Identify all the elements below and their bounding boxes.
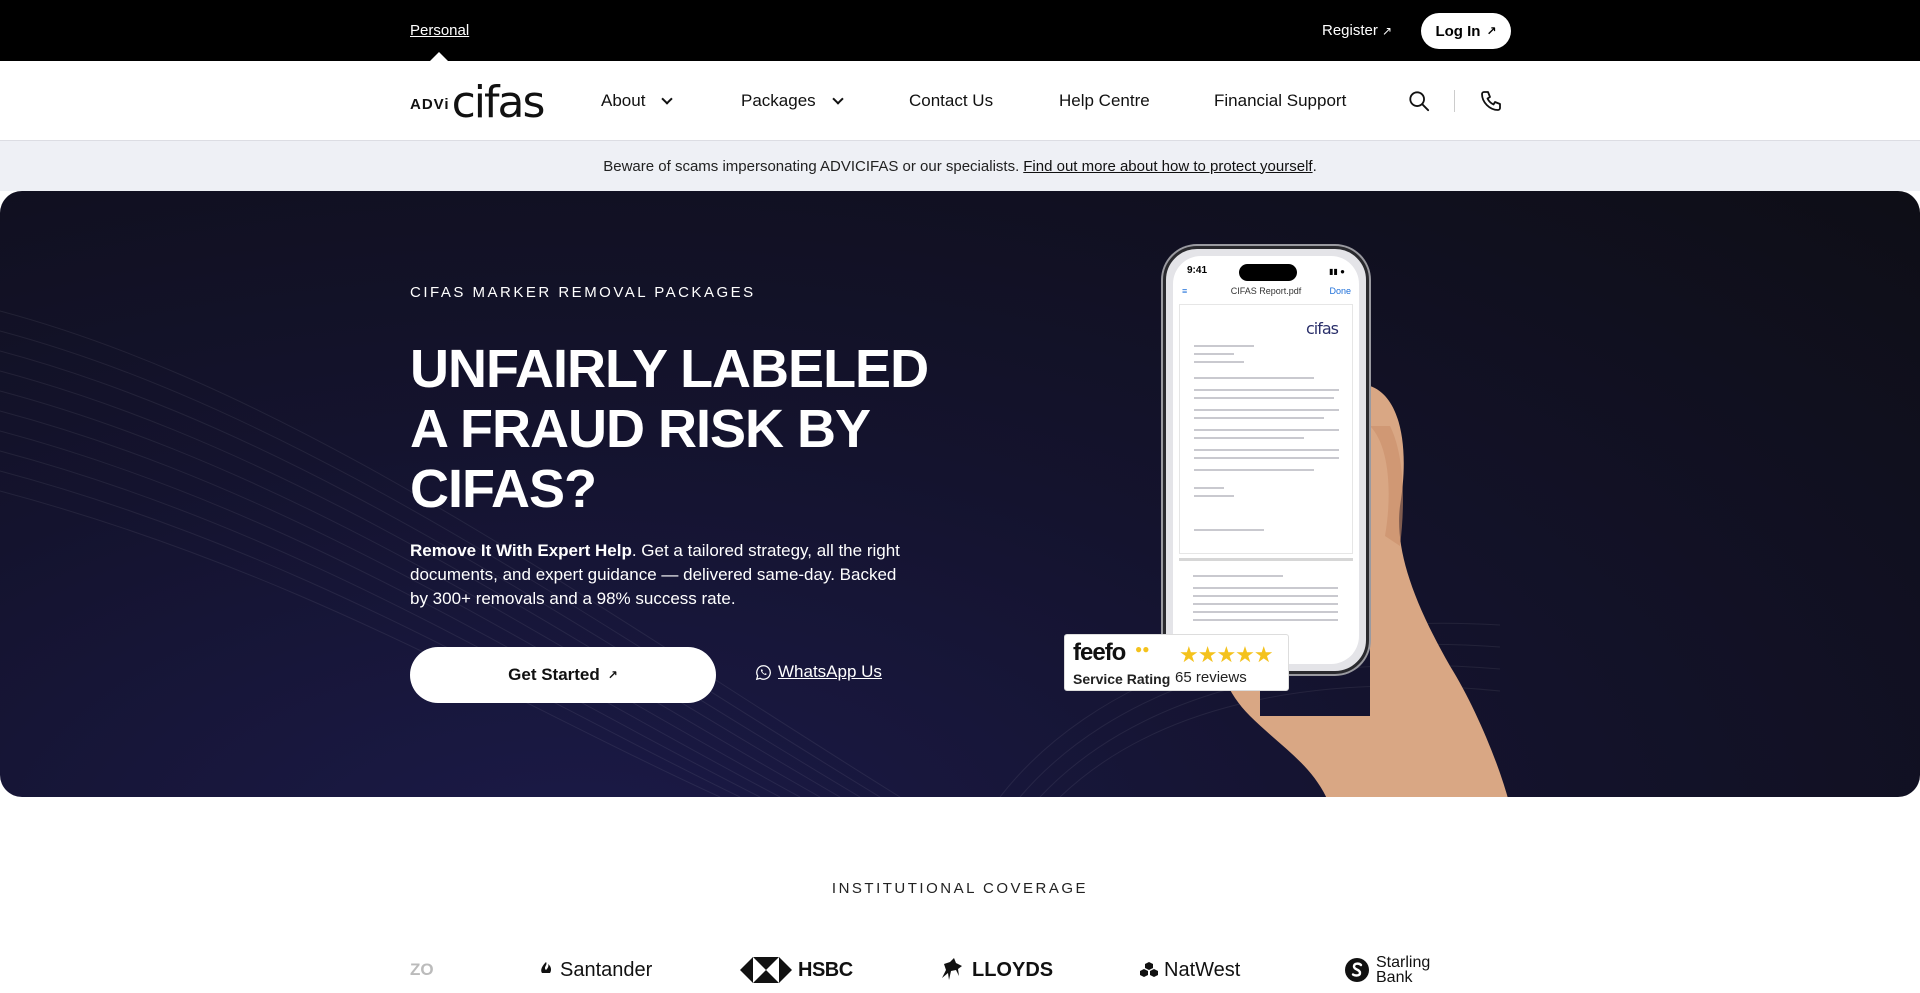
login-label: Log In [1435, 22, 1481, 40]
whatsapp-label: WhatsApp Us [778, 662, 882, 681]
nav-help-centre[interactable]: Help Centre [1059, 91, 1150, 111]
pdf-line [1194, 353, 1234, 355]
bank-name: ZO [410, 960, 434, 979]
bank-name: Starling Bank [1376, 954, 1431, 986]
scam-warning-banner: Beware of scams impersonating ADVICIFAS … [0, 141, 1920, 191]
hero-description-bold: Remove It With Expert Help [410, 541, 632, 560]
banner-suffix: . [1312, 157, 1317, 175]
nav-separator [1454, 90, 1455, 112]
phone-screen: 9:41 ▮▮ ● ≡ CIFAS Report.pdf Done cifas [1173, 256, 1359, 664]
feefo-review-count: 65 reviews [1175, 669, 1247, 686]
nav-packages-label: Packages [741, 91, 816, 110]
rating-stars-icon: ★★★★★ [1179, 642, 1274, 667]
register-label: Register [1322, 22, 1378, 39]
pdf-line [1193, 603, 1338, 605]
pdf-line [1194, 417, 1324, 419]
hero-eyebrow: CIFAS MARKER REMOVAL PACKAGES [410, 284, 756, 301]
bank-name: LLOYDS [972, 958, 1054, 981]
login-button[interactable]: Log In ↗ [1421, 13, 1511, 49]
lloyds-horse-icon [942, 958, 962, 980]
get-started-label: Get Started [508, 665, 600, 684]
nav-about[interactable]: About [601, 91, 674, 111]
nav-packages[interactable]: Packages [741, 91, 844, 111]
pdf-line [1194, 429, 1339, 431]
logo[interactable]: ADVi cifas [410, 77, 546, 128]
hero-headline: UNFAIRLY LABELED A FRAUD RISK BY CIFAS? [410, 339, 929, 519]
phone-icon[interactable] [1479, 89, 1503, 113]
whatsapp-icon [755, 664, 771, 680]
nav-financial-support[interactable]: Financial Support [1214, 91, 1346, 111]
hsbc-hexagon-icon [740, 957, 792, 983]
pdf-line [1194, 487, 1224, 489]
bank-logo-santander: Santander [538, 955, 652, 985]
pdf-line [1194, 397, 1334, 399]
natwest-cubes-icon [1140, 962, 1158, 977]
pdf-line [1194, 437, 1304, 439]
arrow-up-right-icon: ↗ [1486, 24, 1497, 38]
bank-name: Santander [560, 958, 653, 981]
pdf-line [1194, 389, 1339, 391]
pdf-line [1193, 575, 1283, 577]
bank-logo-starling: Starling Bank [1344, 954, 1436, 986]
feefo-service-rating: Service Rating [1073, 671, 1171, 687]
pdf-done: Done [1329, 286, 1351, 296]
feefo-eyes-icon: ●● [1135, 642, 1150, 656]
register-link[interactable]: Register ↗ [1322, 22, 1392, 39]
top-bar: Personal Register ↗ Log In ↗ [0, 0, 1920, 61]
main-nav: ADVi cifas About Packages Contact Us Hel… [0, 61, 1920, 141]
pdf-line [1193, 619, 1338, 621]
arrow-up-right-icon: ↗ [1382, 24, 1393, 38]
nav-contact-us[interactable]: Contact Us [909, 91, 993, 111]
bank-logo-hsbc: HSBC [740, 955, 853, 985]
feefo-rating-badge[interactable]: feefo ●● Service Rating ★★★★★ 65 reviews [1064, 634, 1289, 691]
logo-wordmark: cifas [451, 77, 546, 128]
pdf-line [1193, 611, 1338, 613]
bank-logo-natwest: NatWest [1140, 955, 1240, 985]
scam-warning-text: Beware of scams impersonating ADVICIFAS … [603, 157, 1020, 175]
personal-link[interactable]: Personal [410, 22, 469, 39]
phone-time: 9:41 [1187, 265, 1208, 276]
pdf-line [1194, 345, 1254, 347]
get-started-button[interactable]: Get Started ↗ [410, 647, 716, 703]
chevron-down-icon [832, 92, 844, 105]
search-icon[interactable] [1408, 90, 1430, 112]
nav-contact-label: Contact Us [909, 91, 994, 110]
protect-yourself-link[interactable]: Find out more about how to protect yours… [1023, 158, 1312, 175]
santander-flame-icon [541, 962, 552, 973]
bank-name: NatWest [1164, 958, 1241, 981]
pdf-page: cifas [1179, 304, 1353, 554]
status-icons: ▮▮ ● [1329, 267, 1345, 276]
pdf-line [1193, 587, 1338, 589]
pdf-line [1194, 495, 1234, 497]
pdf-line [1194, 377, 1314, 379]
chevron-down-icon [661, 92, 674, 105]
pdf-line [1194, 529, 1264, 531]
pdf-line [1193, 595, 1338, 597]
institutional-coverage-title: INSTITUTIONAL COVERAGE [831, 880, 1089, 897]
bank-logo-monzo: ZO [410, 955, 434, 985]
bank-name: HSBC [798, 958, 853, 981]
nav-financial-label: Financial Support [1214, 91, 1347, 110]
whatsapp-link[interactable]: WhatsApp Us [755, 662, 882, 682]
hero-description: Remove It With Expert Help. Get a tailor… [410, 539, 910, 611]
pdf-line [1194, 457, 1339, 459]
pdf-line [1194, 449, 1339, 451]
phone-mockup: 9:41 ▮▮ ● ≡ CIFAS Report.pdf Done cifas [1100, 246, 1520, 797]
hero-section: CIFAS MARKER REMOVAL PACKAGES UNFAIRLY L… [0, 191, 1920, 797]
logo-prefix: ADVi [410, 96, 450, 113]
dynamic-island [1239, 264, 1297, 281]
arrow-up-right-icon: ↗ [607, 668, 618, 682]
pdf-line [1194, 361, 1244, 363]
active-tab-caret [430, 52, 448, 61]
nav-about-label: About [601, 91, 646, 110]
pdf-line [1194, 469, 1314, 471]
bank-logo-lloyds: LLOYDS [938, 955, 1053, 985]
phone-device: 9:41 ▮▮ ● ≡ CIFAS Report.pdf Done cifas [1163, 246, 1369, 674]
feefo-logo: feefo [1073, 639, 1126, 666]
nav-help-label: Help Centre [1059, 91, 1150, 110]
pdf-line [1194, 409, 1339, 411]
hero-wave-pattern [0, 310, 1501, 797]
pdf-logo: cifas [1305, 319, 1339, 338]
starling-s-icon [1345, 958, 1369, 982]
